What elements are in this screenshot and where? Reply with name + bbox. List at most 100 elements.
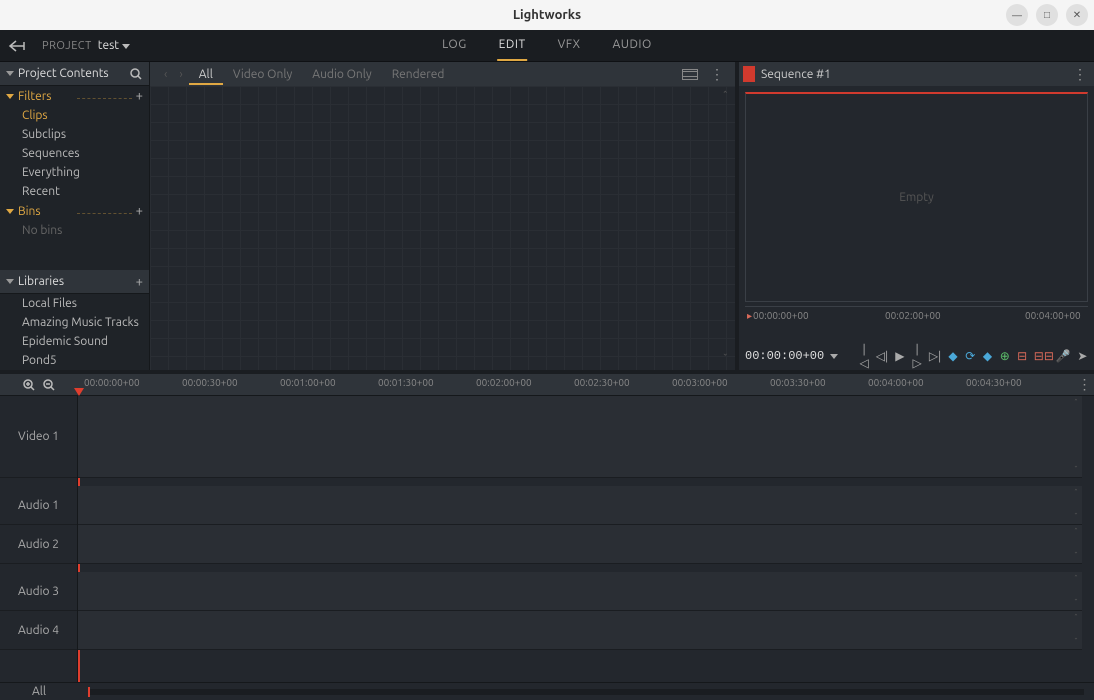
content-tab-rendered[interactable]: Rendered bbox=[382, 64, 455, 85]
ruler-mark: 00:04:00+00 bbox=[1025, 310, 1081, 321]
track-label-a2[interactable]: Audio 2 bbox=[0, 525, 77, 564]
content-next-button[interactable]: › bbox=[173, 68, 188, 81]
timeline-all-label[interactable]: All bbox=[0, 685, 78, 698]
search-icon[interactable] bbox=[129, 67, 143, 81]
sidebar-item-amazing[interactable]: Amazing Music Tracks bbox=[0, 313, 149, 332]
preview-screen[interactable]: Empty bbox=[745, 92, 1088, 302]
timeline-ruler[interactable]: 00:00:00+0000:00:30+0000:01:00+0000:01:3… bbox=[78, 374, 1074, 395]
sidebar-item-pond5[interactable]: Pond5 bbox=[0, 351, 149, 370]
bins-label: Bins bbox=[18, 205, 73, 218]
filters-label: Filters bbox=[18, 90, 73, 103]
content-prev-button[interactable]: ‹ bbox=[158, 68, 173, 81]
timeline-hscroll[interactable] bbox=[88, 689, 1084, 695]
content-tab-video[interactable]: Video Only bbox=[223, 64, 302, 85]
content-grid[interactable]: ˆˇ bbox=[150, 86, 735, 370]
track-expand-icon[interactable]: ˇ bbox=[1070, 598, 1082, 608]
timecode-dropdown[interactable] bbox=[830, 354, 838, 359]
track-label-v1[interactable]: Video 1 bbox=[0, 396, 77, 478]
track-a4[interactable]: ˆˇ bbox=[78, 611, 1082, 650]
track-label-a1[interactable]: Audio 1 bbox=[0, 486, 77, 525]
sidebar-item-nobins: No bins bbox=[0, 221, 149, 240]
zoom-in-button[interactable] bbox=[22, 378, 36, 392]
track-collapse-icon[interactable]: ˆ bbox=[1070, 527, 1082, 537]
playhead-handle-icon[interactable] bbox=[74, 388, 84, 396]
sidebar-item-subclips[interactable]: Subclips bbox=[0, 125, 149, 144]
track-a1[interactable]: ˆˇ bbox=[78, 486, 1082, 525]
goto-end-button[interactable]: ▷| bbox=[929, 349, 941, 363]
ruler-tick: 00:00:00+00 bbox=[84, 377, 140, 388]
mark-out-button[interactable]: ◆ bbox=[982, 349, 993, 363]
ruler-tick: 00:04:30+00 bbox=[966, 377, 1022, 388]
sidebar-item-sequences[interactable]: Sequences bbox=[0, 144, 149, 163]
window-maximize-button[interactable]: □ bbox=[1036, 4, 1058, 26]
tab-vfx[interactable]: VFX bbox=[556, 30, 583, 61]
mark-in-button[interactable]: ◆ bbox=[947, 349, 958, 363]
track-expand-icon[interactable]: ˇ bbox=[1070, 512, 1082, 522]
sidebar-item-clips[interactable]: Clips bbox=[0, 106, 149, 125]
track-expand-icon[interactable]: ˇ bbox=[1070, 465, 1082, 475]
preview-ruler[interactable]: ▸ 00:00:00+00 00:02:00+00 00:04:00+00 bbox=[745, 306, 1088, 326]
share-button[interactable]: ➤ bbox=[1077, 349, 1088, 363]
bins-section[interactable]: Bins + bbox=[0, 201, 149, 221]
track-collapse-icon[interactable]: ˆ bbox=[1070, 613, 1082, 623]
track-collapse-icon[interactable]: ˆ bbox=[1070, 488, 1082, 498]
track-collapse-icon[interactable]: ˆ bbox=[1070, 574, 1082, 584]
add-library-button[interactable]: + bbox=[136, 275, 143, 289]
project-label: PROJECT bbox=[42, 40, 92, 52]
step-back-button[interactable]: ◁| bbox=[876, 349, 888, 363]
voiceover-icon[interactable]: 🎤 bbox=[1056, 349, 1071, 363]
insert-button[interactable]: ⊕ bbox=[999, 349, 1010, 363]
add-filter-button[interactable]: + bbox=[136, 89, 143, 103]
window-close-button[interactable]: ✕ bbox=[1066, 4, 1088, 26]
step-forward-button[interactable]: |▷ bbox=[912, 343, 923, 370]
track-v1[interactable]: ˆˇ bbox=[78, 396, 1082, 478]
list-view-icon[interactable] bbox=[682, 69, 698, 80]
sidebar-item-everything[interactable]: Everything bbox=[0, 163, 149, 182]
content-tab-audio[interactable]: Audio Only bbox=[302, 64, 381, 85]
preview-empty-label: Empty bbox=[899, 191, 934, 204]
track-a3[interactable]: ˆˇ bbox=[78, 572, 1082, 611]
project-dropdown[interactable]: test bbox=[98, 39, 134, 52]
tab-edit[interactable]: EDIT bbox=[497, 30, 528, 61]
clear-marks-button[interactable]: ⟳ bbox=[965, 349, 976, 363]
track-expand-icon[interactable]: ˇ bbox=[1070, 637, 1082, 647]
preview-menu-button[interactable]: ⋮ bbox=[1069, 66, 1090, 83]
scroll-down-icon[interactable]: ˇ bbox=[723, 353, 733, 366]
goto-start-button[interactable]: |◁ bbox=[858, 343, 869, 370]
remove-button[interactable]: ⊟ bbox=[1016, 349, 1027, 363]
play-button[interactable]: ▶ bbox=[894, 349, 905, 363]
track-label-a4[interactable]: Audio 4 bbox=[0, 611, 77, 650]
libraries-header[interactable]: Libraries+ bbox=[0, 270, 149, 294]
ruler-tick: 00:03:30+00 bbox=[770, 377, 826, 388]
sidebar-item-epidemic[interactable]: Epidemic Sound bbox=[0, 332, 149, 351]
content-menu-button[interactable]: ⋮ bbox=[706, 66, 727, 83]
sidebar-header[interactable]: Project Contents bbox=[0, 62, 149, 86]
preview-ruler-in-marker[interactable]: ▸ bbox=[747, 310, 752, 322]
zoom-out-button[interactable] bbox=[42, 378, 56, 392]
sidebar-item-localfiles[interactable]: Local Files bbox=[0, 294, 149, 313]
sidebar-item-recent[interactable]: Recent bbox=[0, 182, 149, 201]
ruler-tick: 00:01:00+00 bbox=[280, 377, 336, 388]
tab-log[interactable]: LOG bbox=[440, 30, 469, 61]
timecode-display[interactable]: 00:00:00+00 bbox=[745, 349, 824, 363]
topbar: PROJECT test LOG EDIT VFX AUDIO bbox=[0, 30, 1094, 62]
track-a2[interactable]: ˆˇ bbox=[78, 525, 1082, 564]
content-area: ‹ › All Video Only Audio Only Rendered ⋮… bbox=[149, 62, 735, 370]
ruler-tick: 00:02:30+00 bbox=[574, 377, 630, 388]
track-label-a3[interactable]: Audio 3 bbox=[0, 572, 77, 611]
content-tab-all[interactable]: All bbox=[189, 64, 223, 85]
window-minimize-button[interactable]: — bbox=[1006, 4, 1028, 26]
add-bin-button[interactable]: + bbox=[136, 204, 143, 218]
scroll-up-icon[interactable]: ˆ bbox=[723, 90, 733, 103]
delete-button[interactable]: ⊟⊟ bbox=[1034, 349, 1050, 363]
sequence-title[interactable]: Sequence #1 bbox=[761, 68, 1069, 81]
back-button[interactable] bbox=[0, 39, 36, 53]
timeline-menu-button[interactable]: ⋮ bbox=[1074, 376, 1094, 393]
ruler-tick: 00:00:30+00 bbox=[182, 377, 238, 388]
ruler-tick: 00:04:00+00 bbox=[868, 377, 924, 388]
transport-bar: 00:00:00+00 |◁ ◁| ▶ |▷ ▷| ◆ ⟳ ◆ ⊕ ⊟ ⊟⊟ 🎤… bbox=[739, 342, 1094, 370]
tab-audio[interactable]: AUDIO bbox=[610, 30, 653, 61]
track-collapse-icon[interactable]: ˆ bbox=[1070, 398, 1082, 408]
track-expand-icon[interactable]: ˇ bbox=[1070, 551, 1082, 561]
filters-section[interactable]: Filters + bbox=[0, 86, 149, 106]
